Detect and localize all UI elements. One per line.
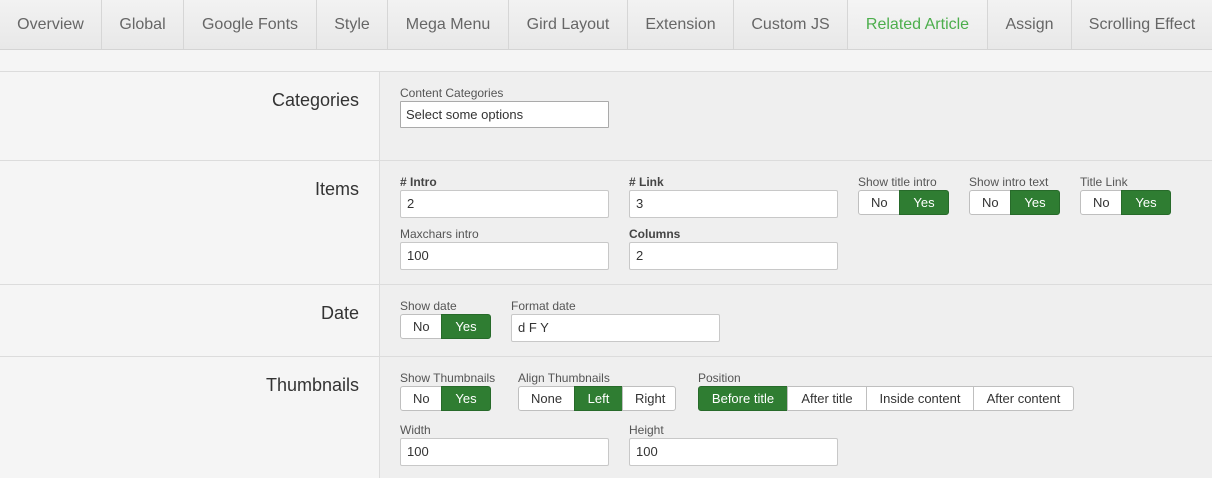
label-column: Date	[0, 285, 380, 356]
items-section: Items # Intro 2 # Link 3 Show title intr…	[0, 160, 1212, 284]
tab-google-fonts[interactable]: Google Fonts	[184, 0, 317, 49]
width-input[interactable]: 100	[400, 438, 609, 466]
maxchars-intro-field: Maxchars intro 100	[400, 227, 609, 270]
section-title-categories: Categories	[271, 90, 359, 110]
title-link-yes-button[interactable]: Yes	[1121, 190, 1171, 215]
show-thumbnails-field: Show Thumbnails No Yes	[400, 371, 495, 411]
position-group: Before title After title Inside content …	[698, 386, 1074, 411]
intro-input[interactable]: 2	[400, 190, 609, 218]
tab-style[interactable]: Style	[317, 0, 388, 49]
tab-gird-layout[interactable]: Gird Layout	[509, 0, 628, 49]
date-section: Date Show date No Yes Format date d F Y	[0, 284, 1212, 356]
align-right-button[interactable]: Right	[622, 386, 676, 411]
show-intro-text-yes-button[interactable]: Yes	[1010, 190, 1060, 215]
show-intro-text-toggle: No Yes	[969, 190, 1060, 215]
title-link-toggle: No Yes	[1080, 190, 1171, 215]
show-title-intro-label: Show title intro	[858, 175, 937, 189]
section-title-thumbnails: Thumbnails	[265, 375, 359, 395]
tab-scrolling-effect[interactable]: Scrolling Effect	[1072, 0, 1212, 49]
columns-label: Columns	[629, 227, 681, 241]
format-date-input[interactable]: d F Y	[511, 314, 720, 342]
maxchars-intro-input[interactable]: 100	[400, 242, 609, 270]
columns-input[interactable]: 2	[629, 242, 838, 270]
align-left-button[interactable]: Left	[574, 386, 623, 411]
show-date-toggle: No Yes	[400, 314, 491, 339]
height-input[interactable]: 100	[629, 438, 838, 466]
show-title-intro-no-button[interactable]: No	[858, 190, 900, 215]
section-title-date: Date	[320, 303, 359, 323]
align-thumbnails-label: Align Thumbnails	[518, 371, 610, 385]
link-input[interactable]: 3	[629, 190, 838, 218]
show-intro-text-no-button[interactable]: No	[969, 190, 1011, 215]
show-date-label: Show date	[400, 299, 457, 313]
show-thumbnails-yes-button[interactable]: Yes	[441, 386, 491, 411]
section-title-items: Items	[314, 179, 359, 199]
show-intro-text-label: Show intro text	[969, 175, 1049, 189]
format-date-field: Format date d F Y	[511, 299, 720, 342]
content-categories-select[interactable]: Select some options	[400, 101, 609, 128]
tab-mega-menu[interactable]: Mega Menu	[388, 0, 509, 49]
height-field: Height 100	[629, 423, 838, 466]
position-after-content-button[interactable]: After content	[973, 386, 1074, 411]
width-field: Width 100	[400, 423, 609, 466]
position-field: Position Before title After title Inside…	[698, 371, 1074, 411]
align-thumbnails-group: None Left Right	[518, 386, 676, 411]
label-column: Thumbnails	[0, 357, 380, 478]
align-none-button[interactable]: None	[518, 386, 575, 411]
tab-assign[interactable]: Assign	[988, 0, 1072, 49]
position-inside-content-button[interactable]: Inside content	[866, 386, 974, 411]
show-title-intro-field: Show title intro No Yes	[858, 175, 949, 215]
align-thumbnails-field: Align Thumbnails None Left Right	[518, 371, 676, 411]
position-before-title-button[interactable]: Before title	[698, 386, 788, 411]
intro-label: # Intro	[400, 175, 437, 189]
content-categories-label: Content Categories	[400, 86, 504, 100]
title-link-field: Title Link No Yes	[1080, 175, 1171, 215]
tab-overview[interactable]: Overview	[0, 0, 102, 49]
show-thumbnails-toggle: No Yes	[400, 386, 495, 411]
show-date-yes-button[interactable]: Yes	[441, 314, 491, 339]
position-after-title-button[interactable]: After title	[787, 386, 867, 411]
link-field: # Link 3	[629, 175, 838, 218]
label-column: Items	[0, 161, 380, 284]
width-label: Width	[400, 423, 431, 437]
height-label: Height	[629, 423, 664, 437]
show-title-intro-yes-button[interactable]: Yes	[899, 190, 949, 215]
show-thumbnails-no-button[interactable]: No	[400, 386, 442, 411]
link-label: # Link	[629, 175, 664, 189]
title-link-label: Title Link	[1080, 175, 1128, 189]
thumbnails-section: Thumbnails Show Thumbnails No Yes Align …	[0, 356, 1212, 478]
position-label: Position	[698, 371, 741, 385]
maxchars-intro-label: Maxchars intro	[400, 227, 479, 241]
title-link-no-button[interactable]: No	[1080, 190, 1122, 215]
intro-field: # Intro 2	[400, 175, 609, 218]
tab-bar: Overview Global Google Fonts Style Mega …	[0, 0, 1212, 50]
columns-field: Columns 2	[629, 227, 838, 270]
tab-related-article[interactable]: Related Article	[848, 0, 988, 49]
show-date-no-button[interactable]: No	[400, 314, 442, 339]
tab-extension[interactable]: Extension	[628, 0, 734, 49]
categories-section: Categories Content Categories Select som…	[0, 71, 1212, 160]
show-intro-text-field: Show intro text No Yes	[969, 175, 1060, 215]
show-date-field: Show date No Yes	[400, 299, 491, 339]
tab-global[interactable]: Global	[102, 0, 184, 49]
format-date-label: Format date	[511, 299, 576, 313]
tab-custom-js[interactable]: Custom JS	[734, 0, 848, 49]
show-thumbnails-label: Show Thumbnails	[400, 371, 496, 385]
label-column: Categories	[0, 72, 380, 160]
content-categories-field: Content Categories Select some options	[400, 86, 609, 128]
show-title-intro-toggle: No Yes	[858, 190, 949, 215]
